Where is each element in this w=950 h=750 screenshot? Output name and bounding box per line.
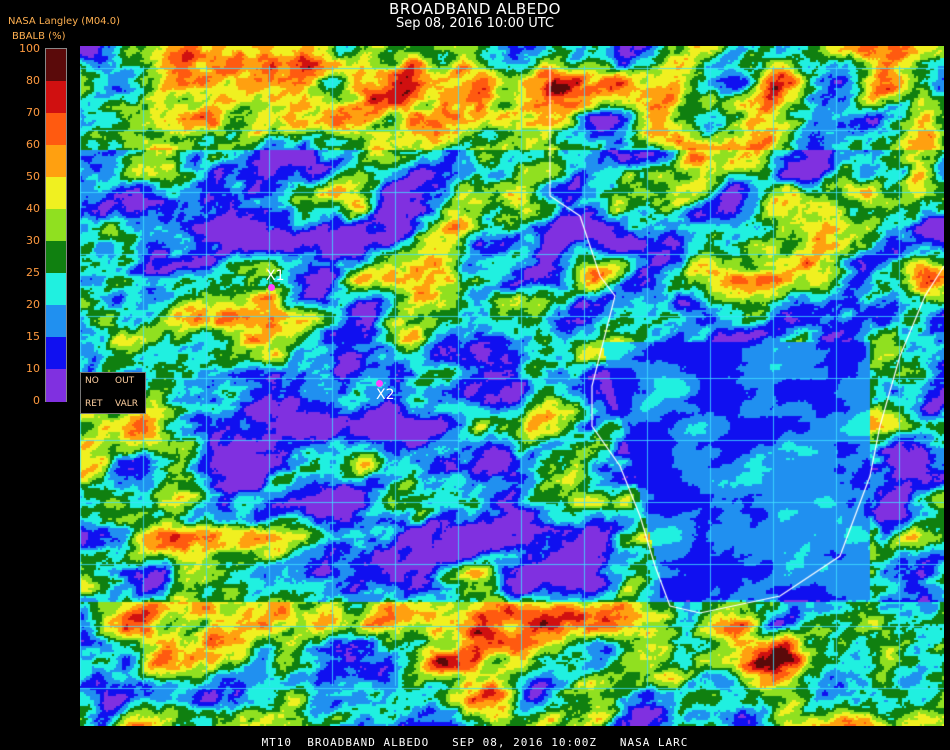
legend-tick-label: 25 bbox=[26, 266, 40, 279]
legend-tick-label: 40 bbox=[26, 202, 40, 215]
marker-x1-dot[interactable] bbox=[268, 284, 275, 291]
map-datetime: Sep 08, 2016 10:00 UTC bbox=[395, 16, 555, 31]
satellite-map[interactable] bbox=[80, 46, 944, 726]
legend-tick-label: 0 bbox=[33, 394, 40, 407]
legend-swatch bbox=[46, 241, 66, 274]
legend-swatch bbox=[46, 81, 66, 114]
organization-label: NASA Langley (M04.0) bbox=[8, 16, 120, 27]
legend-unit-label: BBALB (%) bbox=[12, 31, 66, 42]
nodata-ret: RET bbox=[85, 399, 103, 409]
legend-swatch bbox=[46, 273, 66, 306]
legend-swatch bbox=[46, 337, 66, 370]
nodata-no: NO bbox=[85, 376, 99, 386]
legend-swatch bbox=[46, 305, 66, 338]
nodata-legend-box: NO OUT RET VALR bbox=[80, 372, 146, 414]
legend-swatch bbox=[46, 145, 66, 178]
legend-tick-label: 70 bbox=[26, 106, 40, 119]
legend-tick-label: 60 bbox=[26, 138, 40, 151]
albedo-image bbox=[80, 46, 944, 726]
nodata-valr: VALR bbox=[115, 399, 139, 409]
legend-swatch bbox=[46, 177, 66, 210]
legend-tick-label: 20 bbox=[26, 298, 40, 311]
nodata-out: OUT bbox=[115, 376, 135, 386]
legend-swatch bbox=[46, 369, 66, 402]
legend-tick-label: 30 bbox=[26, 234, 40, 247]
marker-x2-label: X2 bbox=[376, 387, 395, 403]
legend-swatch bbox=[46, 49, 66, 82]
marker-x2-dot[interactable] bbox=[376, 380, 383, 387]
legend-tick-label: 50 bbox=[26, 170, 40, 183]
footer-caption: MT10 BROADBAND ALBEDO SEP 08, 2016 10:00… bbox=[261, 736, 689, 749]
legend-swatch bbox=[46, 113, 66, 146]
legend-tick-label: 10 bbox=[26, 362, 40, 375]
legend-swatch bbox=[46, 209, 66, 242]
marker-x1-label: X1 bbox=[266, 268, 285, 284]
color-legend bbox=[45, 48, 67, 402]
legend-tick-label: 15 bbox=[26, 330, 40, 343]
legend-tick-label: 80 bbox=[26, 74, 40, 87]
legend-tick-label: 100 bbox=[19, 42, 40, 55]
